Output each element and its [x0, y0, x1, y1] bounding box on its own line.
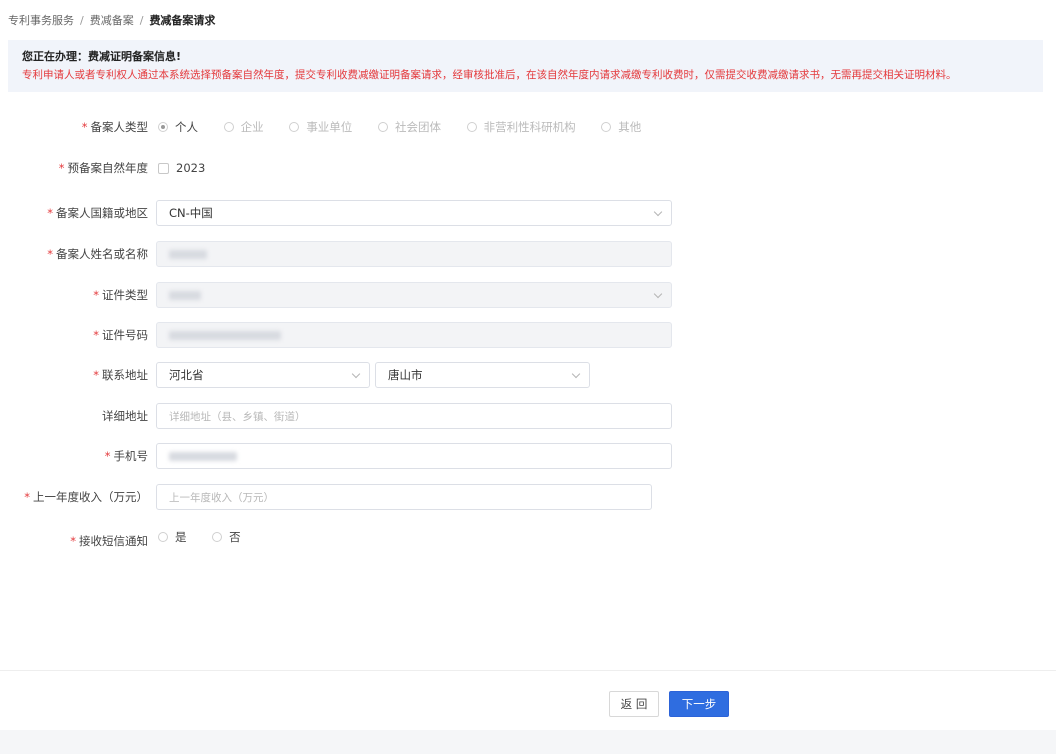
- detail-address-label: 详细地址: [102, 409, 148, 423]
- phone-label: * 手机号: [104, 449, 148, 463]
- id-type-label: * 证件类型: [93, 288, 148, 302]
- phone-input[interactable]: [156, 443, 672, 469]
- applicant-type-radio-group: 个人 企业 事业单位 社会团体 非营利性科研机构 其他: [158, 114, 663, 141]
- breadcrumb-current: 费减备案请求: [149, 14, 216, 27]
- breadcrumb-separator: /: [80, 14, 84, 27]
- breadcrumb-separator: /: [139, 14, 144, 27]
- income-input[interactable]: 上一年度收入（万元）: [156, 484, 652, 510]
- radio-institution[interactable]: 事业单位: [289, 114, 352, 140]
- radio-social-group[interactable]: 社会团体: [377, 114, 441, 140]
- income-label: * 上一年度收入（万元）: [24, 490, 148, 504]
- year-label: * 预备案自然年度: [58, 161, 148, 175]
- nationality-select[interactable]: CN-中国: [156, 200, 672, 226]
- detail-address-row: 详细地址 详细地址（县、乡镇、街道）: [0, 403, 700, 429]
- income-row: * 上一年度收入（万元） 上一年度收入（万元）: [0, 484, 700, 510]
- footer-strip: [0, 730, 1056, 754]
- sms-row: * 接收短信通知 是 否: [0, 524, 700, 550]
- year-checkbox[interactable]: 2023: [158, 155, 205, 181]
- radio-sms-no[interactable]: 否: [212, 524, 241, 550]
- chevron-down-icon: [351, 369, 361, 379]
- applicant-type-row: * 备案人类型 个人 企业 事业单位 社会团体 非营利性科研机构 其他: [0, 114, 700, 140]
- year-row: * 预备案自然年度 2023: [0, 155, 700, 181]
- id-type-select[interactable]: [156, 282, 672, 308]
- checkbox-box[interactable]: [158, 162, 169, 174]
- city-select[interactable]: 唐山市: [375, 362, 590, 388]
- radio-nonprofit-research[interactable]: 非营利性科研机构: [466, 114, 576, 140]
- notice-banner: 您正在办理：费减证明备案信息! 专利申请人或者专利权人通过本系统选择预备案自然年…: [8, 40, 1043, 92]
- id-number-label: * 证件号码: [93, 328, 148, 342]
- address-label: * 联系地址: [93, 368, 148, 382]
- nationality-row: * 备案人国籍或地区 CN-中国: [0, 200, 700, 226]
- year-value: 2023: [176, 161, 206, 175]
- chevron-down-icon: [653, 289, 663, 299]
- footer-bar: 返 回 下一步: [0, 670, 1056, 730]
- phone-row: * 手机号: [0, 443, 700, 469]
- chevron-down-icon: [571, 369, 581, 379]
- address-row: * 联系地址 河北省 唐山市: [0, 362, 700, 388]
- name-input[interactable]: [156, 241, 672, 267]
- radio-other[interactable]: 其他: [601, 114, 641, 140]
- breadcrumb: 专利事务服务 / 费减备案 / 费减备案请求: [8, 12, 215, 28]
- sms-radio-group: 是 否: [158, 524, 263, 551]
- next-button[interactable]: 下一步: [669, 691, 729, 717]
- nationality-label: * 备案人国籍或地区: [47, 206, 148, 220]
- id-number-input[interactable]: [156, 322, 672, 348]
- name-row: * 备案人姓名或名称: [0, 241, 700, 267]
- name-label: * 备案人姓名或名称: [47, 247, 148, 261]
- breadcrumb-item-patent-services[interactable]: 专利事务服务: [8, 14, 74, 27]
- breadcrumb-item-fee-reduction[interactable]: 费减备案: [90, 14, 134, 27]
- sms-label: * 接收短信通知: [70, 534, 148, 548]
- detail-address-input[interactable]: 详细地址（县、乡镇、街道）: [156, 403, 672, 429]
- id-type-row: * 证件类型: [0, 282, 700, 308]
- id-number-row: * 证件号码: [0, 322, 700, 348]
- province-select[interactable]: 河北省: [156, 362, 370, 388]
- radio-sms-yes[interactable]: 是: [158, 524, 187, 550]
- radio-enterprise[interactable]: 企业: [223, 114, 264, 140]
- applicant-type-label: * 备案人类型: [81, 120, 148, 134]
- chevron-down-icon: [653, 207, 663, 217]
- radio-individual[interactable]: 个人: [158, 114, 198, 140]
- back-button[interactable]: 返 回: [609, 691, 659, 717]
- notice-text: 专利申请人或者专利权人通过本系统选择预备案自然年度，提交专利收费减缴证明备案请求…: [22, 69, 957, 81]
- notice-title: 您正在办理：费减证明备案信息!: [22, 50, 182, 63]
